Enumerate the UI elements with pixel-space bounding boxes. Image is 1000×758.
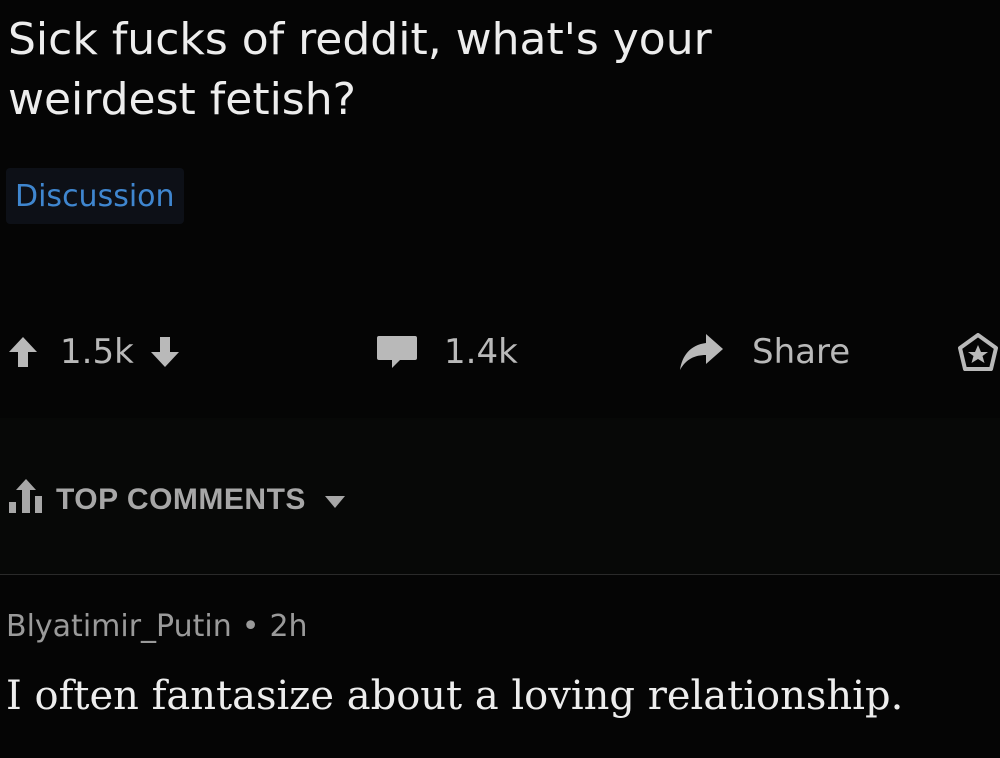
sort-label: TOP COMMENTS	[56, 483, 306, 516]
comment-meta: Blyatimir_Putin • 2h	[6, 600, 996, 652]
share-arrow-icon	[678, 332, 724, 372]
share-label: Share	[752, 332, 851, 372]
comment: Blyatimir_Putin • 2h I often fantasize a…	[6, 600, 996, 722]
vote-group: 1.5k	[8, 322, 180, 382]
sort-dropdown[interactable]: TOP COMMENTS	[8, 478, 346, 522]
top-sort-icon	[8, 478, 44, 522]
share-button[interactable]: Share	[678, 322, 850, 382]
arrow-up-icon[interactable]	[8, 336, 38, 368]
post-title[interactable]: Sick fucks of reddit, what's your weirde…	[8, 10, 908, 130]
vote-count: 1.5k	[60, 332, 134, 372]
meta-separator: •	[241, 608, 260, 644]
award-icon	[958, 333, 998, 371]
comment-author[interactable]: Blyatimir_Putin	[6, 609, 232, 644]
post-action-bar: 1.5k 1.4k Share	[0, 322, 1000, 382]
post-flair[interactable]: Discussion	[6, 168, 184, 224]
comment-bubble-icon	[376, 334, 418, 370]
comments-button[interactable]: 1.4k	[376, 322, 518, 382]
award-button[interactable]	[958, 322, 998, 382]
caret-down-icon	[324, 483, 346, 517]
comment-age: 2h	[269, 608, 308, 644]
comments-sort-bar: TOP COMMENTS	[0, 418, 1000, 575]
comment-count: 1.4k	[444, 332, 518, 372]
comment-body: I often fantasize about a loving relatio…	[6, 673, 904, 719]
post: Sick fucks of reddit, what's your weirde…	[0, 0, 1000, 758]
arrow-down-icon[interactable]	[150, 336, 180, 368]
